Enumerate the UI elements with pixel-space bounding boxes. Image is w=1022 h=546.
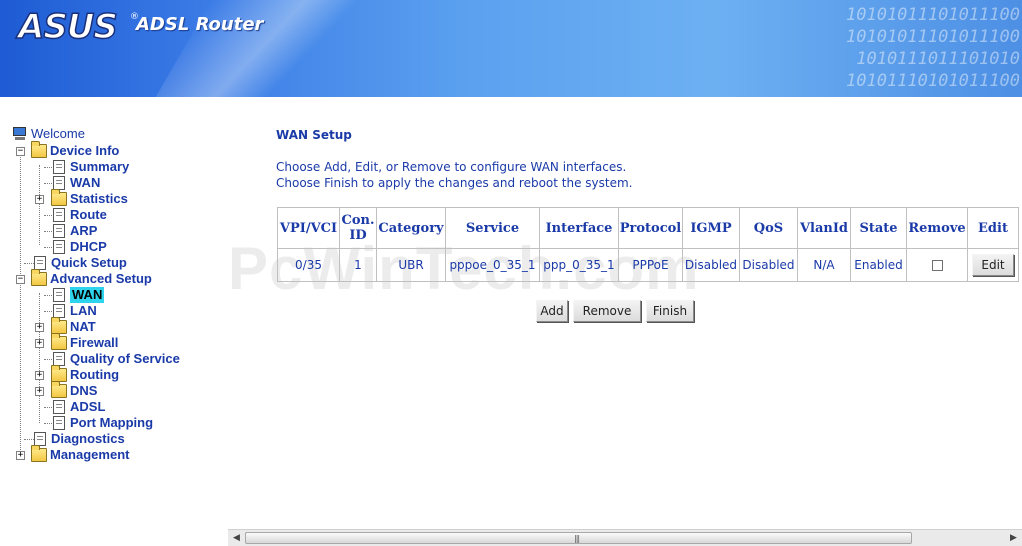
cell-service: pppoe_0_35_1 [445, 248, 540, 282]
page-icon [34, 256, 46, 270]
nav-welcome[interactable]: Welcome [12, 126, 85, 142]
col-vlanid: VlanId [797, 207, 851, 249]
page-icon [53, 176, 65, 190]
tree-line [39, 165, 40, 245]
nav-dhcp[interactable]: DHCP [51, 239, 107, 255]
col-service: Service [445, 207, 540, 249]
cell-remove [906, 248, 968, 282]
nav-diagnostics[interactable]: Diagnostics [32, 431, 125, 447]
scrollbar-thumb[interactable]: ||| [245, 532, 912, 544]
cell-state: Enabled [850, 248, 907, 282]
cell-category: UBR [376, 248, 446, 282]
page-icon [53, 288, 65, 302]
table-header-row: VPI/VCI Con. ID Category Service Interfac… [277, 207, 1019, 249]
page-icon [53, 352, 65, 366]
nav-dns[interactable]: DNS [51, 381, 97, 399]
col-edit: Edit [967, 207, 1019, 249]
remove-checkbox[interactable] [931, 260, 943, 271]
cell-interface: ppp_0_35_1 [539, 248, 619, 282]
col-category: Category [376, 207, 446, 249]
computer-icon [12, 127, 28, 141]
page-icon [53, 416, 65, 430]
page-icon [53, 160, 65, 174]
nav-management[interactable]: Management [31, 445, 129, 463]
collapse-advanced-setup-toggle[interactable]: − [16, 275, 25, 284]
nav-quick-setup[interactable]: Quick Setup [32, 255, 127, 271]
expand-nat-toggle[interactable]: + [35, 323, 44, 332]
nav-advanced-setup[interactable]: Advanced Setup [31, 269, 152, 287]
folder-open-icon [31, 141, 47, 158]
page-icon [53, 240, 65, 254]
nav-adsl[interactable]: ADSL [51, 399, 105, 415]
col-vpi-vci: VPI/VCI [277, 207, 340, 249]
nav-summary[interactable]: Summary [51, 159, 129, 175]
product-name: ADSL Router [136, 14, 264, 35]
col-igmp: IGMP [682, 207, 740, 249]
cell-vlanid: N/A [797, 248, 851, 282]
wan-table: VPI/VCI Con. ID Category Service Interfac… [277, 207, 1019, 282]
page-icon [53, 208, 65, 222]
cell-protocol: PPPoE [618, 248, 683, 282]
tree-line [39, 293, 40, 423]
scroll-left-arrow-icon[interactable]: ◀ [228, 530, 245, 546]
col-remove: Remove [906, 207, 968, 249]
folder-icon [51, 189, 67, 206]
add-button[interactable]: Add [536, 300, 568, 322]
nav-tree: Welcome − Device Info Summary WAN + Stat… [0, 126, 230, 476]
col-qos: QoS [739, 207, 798, 249]
expand-dns-toggle[interactable]: + [35, 387, 44, 396]
page-icon [53, 304, 65, 318]
cell-con-id: 1 [339, 248, 377, 282]
cell-edit: Edit [967, 248, 1019, 282]
nav-firewall[interactable]: Firewall [51, 333, 118, 351]
expand-management-toggle[interactable]: + [16, 451, 25, 460]
folder-icon [51, 333, 67, 350]
col-state: State [850, 207, 907, 249]
grip-icon: ||| [574, 534, 580, 543]
folder-icon [31, 445, 47, 462]
cell-qos: Disabled [739, 248, 798, 282]
folder-icon [51, 365, 67, 382]
nav-route[interactable]: Route [51, 207, 107, 223]
collapse-device-info-toggle[interactable]: − [16, 147, 25, 156]
binary-decoration: 10101011101011100 10101011101011100 1010… [846, 5, 1020, 91]
page-icon [53, 400, 65, 414]
col-interface: Interface [539, 207, 619, 249]
col-con-id: Con. ID [339, 207, 377, 249]
nav-advanced-wan[interactable]: WAN [51, 287, 105, 303]
horizontal-scrollbar[interactable]: ◀ ||| ▶ [228, 529, 1022, 546]
cell-vpi-vci: 0/35 [277, 248, 340, 282]
col-protocol: Protocol [618, 207, 683, 249]
nav-port-mapping[interactable]: Port Mapping [51, 415, 153, 431]
instructions-line-1: Choose Add, Edit, or Remove to configure… [276, 160, 627, 174]
expand-statistics-toggle[interactable]: + [35, 195, 44, 204]
nav-statistics[interactable]: Statistics [51, 189, 128, 207]
instructions-line-2: Choose Finish to apply the changes and r… [276, 176, 633, 190]
expand-routing-toggle[interactable]: + [35, 371, 44, 380]
nav-quality-of-service[interactable]: Quality of Service [51, 351, 180, 367]
nav-device-info[interactable]: Device Info [31, 141, 119, 159]
folder-icon [51, 381, 67, 398]
page-icon [34, 432, 46, 446]
page-icon [53, 224, 65, 238]
page-title: WAN Setup [276, 128, 352, 142]
finish-button[interactable]: Finish [646, 300, 694, 322]
edit-button[interactable]: Edit [972, 254, 1014, 276]
scroll-right-arrow-icon[interactable]: ▶ [1005, 530, 1022, 546]
tree-line [20, 152, 21, 458]
remove-button[interactable]: Remove [573, 300, 641, 322]
folder-open-icon [31, 269, 47, 286]
table-row: 0/35 1 UBR pppoe_0_35_1 ppp_0_35_1 PPPoE… [277, 248, 1019, 282]
nav-routing[interactable]: Routing [51, 365, 119, 383]
expand-firewall-toggle[interactable]: + [35, 339, 44, 348]
logo-text: ASUS [17, 7, 118, 47]
folder-icon [51, 317, 67, 334]
header-banner: ASUS ® ADSL Router 10101011101011100 101… [0, 0, 1022, 97]
nav-arp[interactable]: ARP [51, 223, 97, 239]
cell-igmp: Disabled [682, 248, 740, 282]
